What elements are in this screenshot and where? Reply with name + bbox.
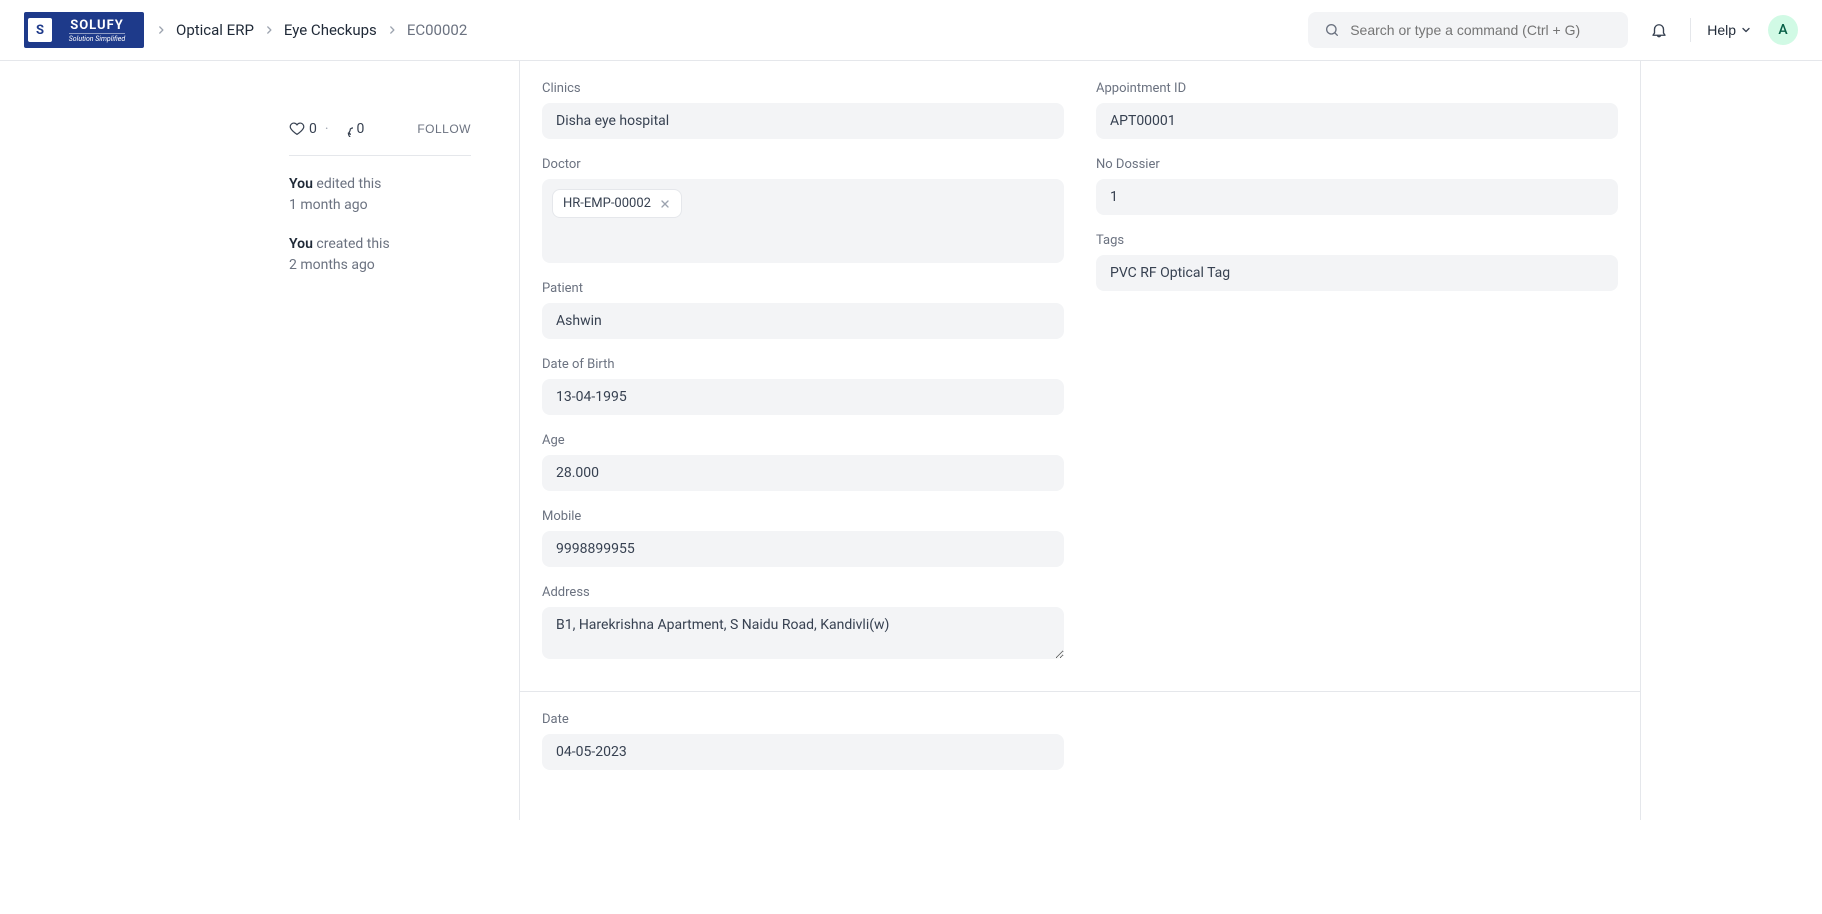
divider — [1690, 18, 1691, 42]
field-dob: Date of Birth — [542, 357, 1064, 415]
follow-button[interactable]: FOLLOW — [417, 122, 471, 136]
field-patient: Patient — [542, 281, 1064, 339]
main-form: Clinics Doctor HR-EMP-00002 — [519, 61, 1641, 820]
close-icon — [659, 198, 671, 210]
input-clinics[interactable] — [542, 103, 1064, 139]
label-patient: Patient — [542, 281, 1064, 296]
field-mobile: Mobile — [542, 509, 1064, 567]
label-clinics: Clinics — [542, 81, 1064, 96]
field-appointment: Appointment ID — [1096, 81, 1618, 139]
label-mobile: Mobile — [542, 509, 1064, 524]
chevron-right-icon — [156, 25, 166, 35]
label-dossier: No Dossier — [1096, 157, 1618, 172]
like-button[interactable]: 0 — [289, 121, 317, 137]
help-label: Help — [1707, 22, 1736, 38]
label-age: Age — [542, 433, 1064, 448]
field-age: Age — [542, 433, 1064, 491]
label-address: Address — [542, 585, 1064, 600]
breadcrumb: Optical ERP Eye Checkups EC00002 — [156, 21, 467, 39]
input-patient[interactable] — [542, 303, 1064, 339]
activity-item: You edited this 1 month ago — [289, 174, 471, 216]
form-column-left-bottom: Date — [542, 712, 1064, 788]
logo-text: SOLUFY — [70, 18, 124, 33]
activity-time: 1 month ago — [289, 195, 471, 216]
notifications-button[interactable] — [1644, 15, 1674, 45]
social-row: 0 · 0 FOLLOW — [289, 121, 471, 137]
breadcrumb-current: EC00002 — [407, 21, 467, 39]
form-column-left: Clinics Doctor HR-EMP-00002 — [542, 81, 1064, 681]
form-grid-bottom: Date — [542, 712, 1618, 788]
logo[interactable]: S SOLUFY Solution Simplified — [24, 12, 144, 48]
chevron-down-icon — [1740, 24, 1752, 36]
form-grid: Clinics Doctor HR-EMP-00002 — [542, 81, 1618, 681]
comment-icon — [337, 121, 353, 137]
breadcrumb-link-doctype[interactable]: Eye Checkups — [284, 21, 377, 39]
doctor-chip: HR-EMP-00002 — [552, 189, 682, 218]
activity-item: You created this 2 months ago — [289, 234, 471, 276]
input-tags[interactable] — [1096, 255, 1618, 291]
input-dossier[interactable] — [1096, 179, 1618, 215]
app-header: S SOLUFY Solution Simplified Optical ERP… — [0, 0, 1822, 61]
field-clinics: Clinics — [542, 81, 1064, 139]
sidebar-divider — [289, 155, 471, 156]
field-address: Address — [542, 585, 1064, 663]
form-column-right: Appointment ID No Dossier Tags — [1096, 81, 1618, 681]
chevron-right-icon — [387, 25, 397, 35]
chip-remove-button[interactable] — [659, 198, 671, 210]
search-box[interactable] — [1308, 12, 1628, 48]
section-divider — [520, 691, 1640, 692]
logo-mark-icon: S — [28, 18, 52, 42]
comment-button[interactable]: 0 — [337, 121, 365, 137]
doctor-chip-label: HR-EMP-00002 — [563, 196, 651, 211]
input-date[interactable] — [542, 734, 1064, 770]
activity-action: created this — [316, 236, 389, 252]
chevron-right-icon — [264, 25, 274, 35]
dot-separator: · — [325, 121, 329, 137]
activity-action: edited this — [316, 176, 381, 192]
form-column-right-bottom — [1096, 712, 1618, 788]
input-mobile[interactable] — [542, 531, 1064, 567]
search-input[interactable] — [1350, 22, 1612, 38]
like-count: 0 — [309, 121, 317, 137]
field-date: Date — [542, 712, 1064, 770]
activity-actor: You — [289, 176, 313, 192]
input-age[interactable] — [542, 455, 1064, 491]
activity-sidebar: 0 · 0 FOLLOW You edited this 1 month ago… — [181, 61, 519, 820]
breadcrumb-link-module[interactable]: Optical ERP — [176, 21, 254, 39]
input-address[interactable] — [542, 607, 1064, 659]
label-dob: Date of Birth — [542, 357, 1064, 372]
multiselect-doctor[interactable]: HR-EMP-00002 — [542, 179, 1064, 263]
label-appointment: Appointment ID — [1096, 81, 1618, 96]
label-tags: Tags — [1096, 233, 1618, 248]
label-doctor: Doctor — [542, 157, 1064, 172]
comment-count: 0 — [357, 121, 365, 137]
user-avatar[interactable]: A — [1768, 15, 1798, 45]
field-tags: Tags — [1096, 233, 1618, 291]
header-left: S SOLUFY Solution Simplified Optical ERP… — [24, 12, 467, 48]
input-dob[interactable] — [542, 379, 1064, 415]
activity-time: 2 months ago — [289, 255, 471, 276]
field-doctor: Doctor HR-EMP-00002 — [542, 157, 1064, 263]
field-dossier: No Dossier — [1096, 157, 1618, 215]
header-right: Help A — [1308, 12, 1798, 48]
logo-subtext: Solution Simplified — [69, 33, 125, 43]
help-button[interactable]: Help — [1707, 22, 1752, 38]
search-icon — [1324, 22, 1340, 38]
activity-actor: You — [289, 236, 313, 252]
label-date: Date — [542, 712, 1064, 727]
bell-icon — [1650, 21, 1668, 39]
page-body: 0 · 0 FOLLOW You edited this 1 month ago… — [181, 61, 1641, 820]
input-appointment[interactable] — [1096, 103, 1618, 139]
heart-icon — [289, 121, 305, 137]
